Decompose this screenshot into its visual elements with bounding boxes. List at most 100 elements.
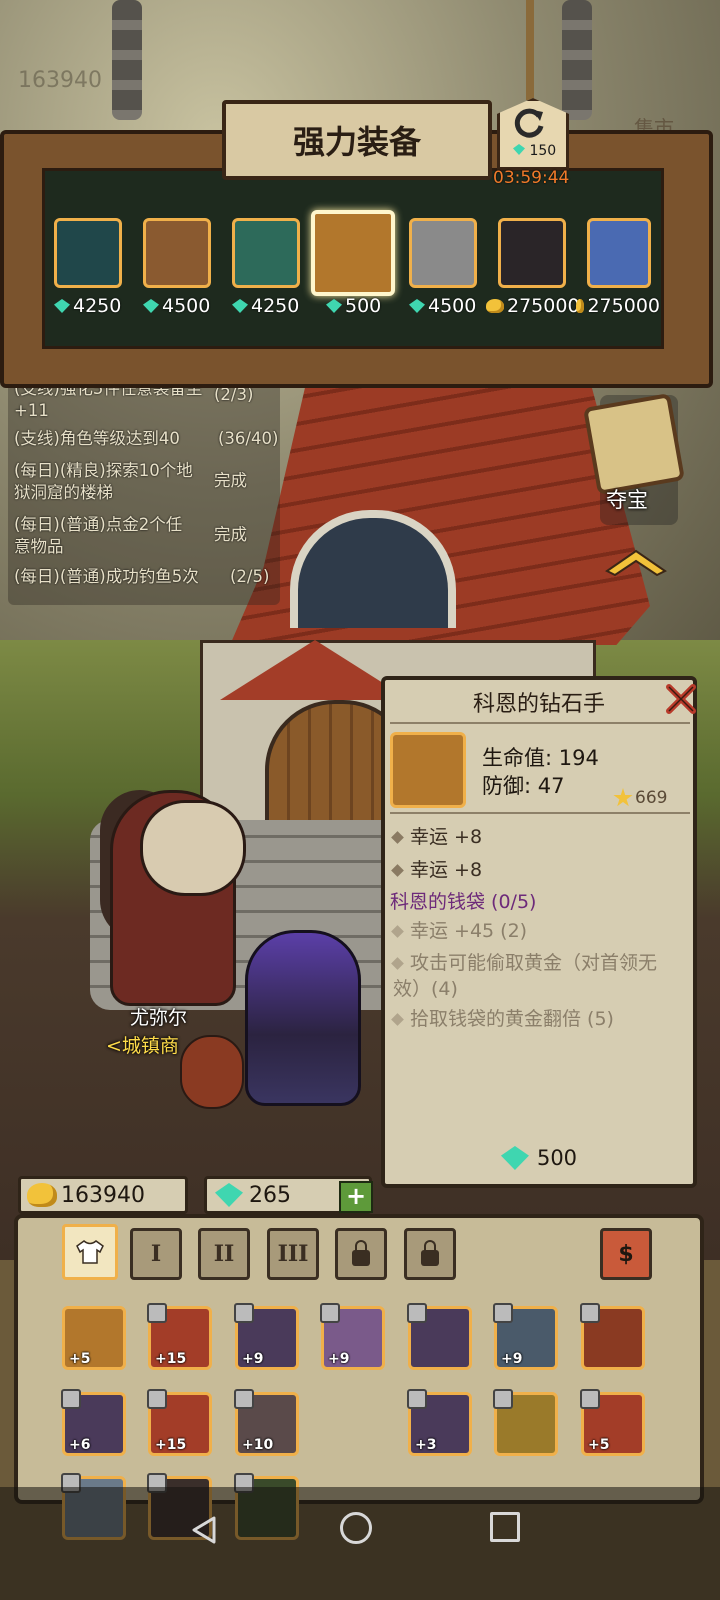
lock-icon <box>147 1303 167 1323</box>
gem-icon <box>232 299 248 313</box>
shop-title: 强力装备 <box>292 123 421 161</box>
player-knight[interactable] <box>245 930 361 1106</box>
quest-text: (支线)角色等级达到40 <box>14 429 180 448</box>
recent-apps-icon[interactable] <box>490 1512 520 1542</box>
chain-right <box>562 0 592 120</box>
shop-item-leather-armor[interactable] <box>143 218 211 288</box>
item-level: +5 <box>69 1351 91 1367</box>
npc-head <box>140 800 246 896</box>
tab-locked-2[interactable] <box>404 1228 456 1280</box>
tooltip-set-name: 科恩的钱袋 (0/5) <box>390 891 537 913</box>
system-nav-bar <box>0 1487 720 1600</box>
shop-item-teal-boots[interactable] <box>232 218 300 288</box>
shop-item-dark-armor[interactable] <box>498 218 566 288</box>
inventory-slot-feather-blade[interactable]: +3 <box>407 1389 472 1456</box>
lock-icon <box>407 1303 427 1323</box>
tab-bag-2[interactable]: II <box>198 1228 250 1280</box>
home-icon[interactable] <box>340 1512 372 1544</box>
shop-item-ornate-weapon[interactable] <box>587 218 651 288</box>
inventory-slot-helmet[interactable]: +9 <box>234 1303 299 1370</box>
score-value: 669 <box>635 788 668 808</box>
tooltip-set-bonus: 拾取钱袋的黄金翻倍 (5) <box>391 1006 614 1032</box>
inventory-slot-plate-armor[interactable]: +9 <box>493 1303 558 1370</box>
rope <box>526 0 534 100</box>
gem-icon <box>409 299 425 313</box>
tooltip-item-icon <box>390 732 466 808</box>
shirt-icon <box>76 1240 104 1264</box>
sell-button[interactable]: $ <box>600 1228 652 1280</box>
tooltip-hp: 生命值: 194 <box>482 746 599 770</box>
price-value: 4500 <box>162 295 211 317</box>
npc-role: <城镇商 <box>106 1035 179 1057</box>
gem-icon <box>143 299 159 313</box>
inventory-slot-red-boot[interactable]: +5 <box>580 1389 645 1456</box>
treasure-book-icon <box>583 393 685 495</box>
lock-icon <box>234 1389 254 1409</box>
quest-item[interactable]: (每日)(普通)成功钓鱼5次 (2/5) <box>14 566 279 588</box>
shop-item-teal-hood[interactable] <box>54 218 122 288</box>
inventory-slot-gem-glove[interactable]: +15 <box>147 1389 212 1456</box>
shop-item-diamond-glove[interactable] <box>311 210 395 296</box>
inventory-slot-hat[interactable]: +15 <box>147 1303 212 1370</box>
lock-icon <box>352 1240 370 1266</box>
shop-price: 275000 <box>486 295 580 317</box>
quest-item[interactable]: (每日)(普通)点金2个任意物品 完成 <box>14 514 279 558</box>
inventory-slot-spiked-glove[interactable]: +10 <box>234 1389 299 1456</box>
diamond-bullet-icon <box>391 831 404 844</box>
tooltip-price: 500 <box>381 1146 697 1170</box>
player-companion[interactable] <box>180 1035 244 1109</box>
set-bonus-text: 拾取钱袋的黄金翻倍 (5) <box>410 1008 614 1030</box>
refresh-cost: 150 <box>513 143 556 159</box>
inventory-slot-dark-gauntlet[interactable]: +6 <box>61 1389 126 1456</box>
quest-progress: (2/5) <box>230 567 270 586</box>
tab-bag-1[interactable]: I <box>130 1228 182 1280</box>
quest-text: (每日)(普通)成功钓鱼5次 <box>14 567 199 586</box>
shop-title-board: 强力装备 <box>222 100 492 180</box>
chain-left <box>112 0 142 120</box>
quest-item[interactable]: (支线)角色等级达到40 (36/40) <box>14 428 279 450</box>
affix-text: 幸运 +8 <box>410 859 483 881</box>
shop-price: 4250 <box>232 295 299 317</box>
tooltip-score: 669 <box>613 788 667 808</box>
gold-value: 163940 <box>61 1182 145 1208</box>
gem-icon <box>513 144 525 155</box>
tab-locked-1[interactable] <box>335 1228 387 1280</box>
shop-item-silver-gauntlet[interactable] <box>409 218 477 288</box>
gem-icon <box>500 1146 529 1170</box>
set-bonus-text: 幸运 +45 (2) <box>410 920 528 942</box>
tab-bag-3[interactable]: III <box>267 1228 319 1280</box>
lock-icon <box>61 1389 81 1409</box>
shop-price: 500 <box>326 295 381 317</box>
quest-item[interactable]: (每日)(精良)探索10个地狱洞窟的楼梯 完成 <box>14 460 279 504</box>
divider <box>390 722 690 724</box>
diamond-bullet-icon <box>391 957 404 970</box>
item-level: +9 <box>328 1351 350 1367</box>
back-icon[interactable] <box>190 1515 218 1545</box>
tooltip-defense: 防御: 47 <box>482 774 565 798</box>
inventory-slot-dark-armor[interactable] <box>407 1303 472 1370</box>
item-level: +3 <box>415 1437 437 1453</box>
inventory-slot-pants[interactable] <box>580 1303 645 1370</box>
refresh-timer: 03:59:44 <box>493 168 570 188</box>
tooltip-title: 科恩的钻石手 <box>472 692 605 717</box>
chevron-up-icon[interactable] <box>603 545 669 579</box>
quest-text: (每日)(精良)探索10个地狱洞窟的楼梯 <box>14 461 193 502</box>
lock-icon <box>493 1389 513 1409</box>
price-value: 275000 <box>507 295 580 317</box>
item-level: +15 <box>155 1437 187 1453</box>
inventory-slot-winged-halo[interactable] <box>321 1392 385 1456</box>
inventory-slot-golden-ring[interactable] <box>493 1389 558 1456</box>
item-level: +10 <box>242 1437 274 1453</box>
lock-icon <box>320 1303 340 1323</box>
inventory-slot-horned-helm[interactable]: +9 <box>320 1303 385 1370</box>
gem-icon <box>215 1183 243 1207</box>
diamond-bullet-icon <box>391 1013 404 1026</box>
gold-icon <box>576 299 585 313</box>
gem-icon <box>54 299 70 313</box>
item-level: +5 <box>588 1437 610 1453</box>
close-icon[interactable] <box>664 682 698 716</box>
add-gems-button[interactable]: + <box>339 1181 373 1213</box>
gem-icon <box>326 299 342 313</box>
inventory-slot-sword[interactable]: +5 <box>62 1306 126 1370</box>
tab-all-items[interactable] <box>62 1224 118 1280</box>
